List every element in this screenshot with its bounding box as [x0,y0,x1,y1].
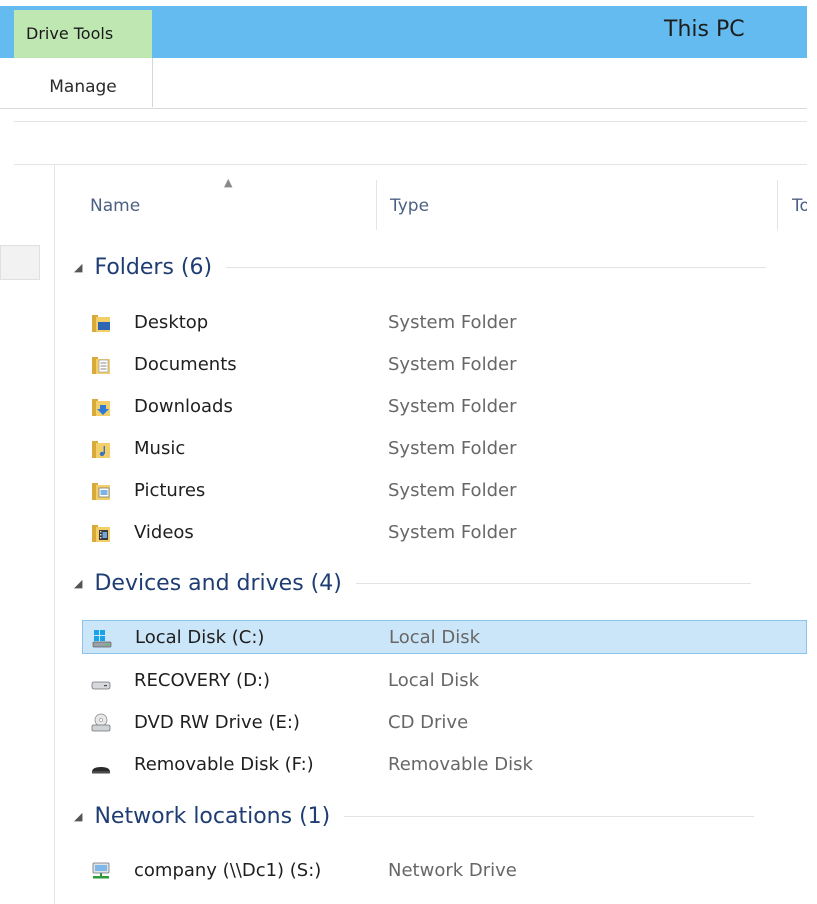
group-divider [344,816,755,817]
documents-folder-icon [92,357,110,374]
videos-folder-icon [92,525,110,542]
column-header-total-size[interactable]: To [792,196,807,216]
list-item[interactable]: RECOVERY (D:) Local Disk [82,664,807,698]
windows-drive-icon [92,630,112,648]
sort-ascending-icon: ▲ [224,176,233,189]
column-header-type[interactable]: Type [390,196,429,216]
list-item[interactable]: Documents System Folder [82,348,807,382]
item-type: Network Drive [388,860,517,881]
item-name: company (\\Dc1) (S:) [134,860,322,881]
navigation-pane-border[interactable] [54,165,55,904]
ribbon-tab-row: Manage [0,58,807,109]
column-divider[interactable] [777,180,778,230]
collapse-triangle-icon[interactable]: ◢ [74,261,82,274]
list-item[interactable]: DVD RW Drive (E:) CD Drive [82,706,807,740]
item-type: System Folder [388,354,517,375]
item-name: Desktop [134,312,209,333]
collapse-triangle-icon[interactable]: ◢ [74,577,82,590]
item-name: Removable Disk (F:) [134,754,314,775]
item-name: Documents [134,354,237,375]
hard-drive-icon [91,681,111,690]
item-name: RECOVERY (D:) [134,670,271,691]
list-item[interactable]: Desktop System Folder [82,306,807,340]
group-divider [226,267,767,268]
list-item[interactable]: Local Disk (C:) Local Disk [82,620,807,654]
item-type: Removable Disk [388,754,533,775]
item-name: Pictures [134,480,206,501]
group-header-devices-and-drives[interactable]: ◢ Devices and drives (4) [74,571,751,596]
network-drive-icon [92,862,110,879]
music-folder-icon [92,441,110,458]
removable-disk-icon [92,767,110,774]
group-title: Devices and drives (4) [94,571,342,596]
list-item[interactable]: Removable Disk (F:) Removable Disk [82,748,807,782]
item-name: Music [134,438,186,459]
group-divider [355,583,751,584]
item-type: System Folder [388,438,517,459]
navigation-pane-item[interactable] [0,245,40,280]
address-bar-divider [14,164,807,165]
item-name: Downloads [134,396,233,417]
item-name: Videos [134,522,194,543]
group-header-folders[interactable]: ◢ Folders (6) [74,255,767,280]
ribbon-divider [14,121,807,122]
desktop-folder-icon [92,315,110,332]
group-title: Network locations (1) [94,804,331,829]
group-title: Folders (6) [94,255,213,280]
drive-tools-context-tab[interactable]: Drive Tools [14,10,152,58]
column-header-name[interactable]: Name [90,196,140,216]
item-type: System Folder [388,522,517,543]
item-type: System Folder [388,396,517,417]
item-type: System Folder [388,312,517,333]
manage-tab[interactable]: Manage [14,58,153,107]
list-item[interactable]: Music System Folder [82,432,807,466]
item-type: CD Drive [388,712,469,733]
item-type: System Folder [388,480,517,501]
list-item[interactable]: Pictures System Folder [82,474,807,508]
item-type: Local Disk [388,670,480,691]
window-title: This PC [664,17,745,42]
item-name: Local Disk (C:) [135,627,265,648]
list-item[interactable]: company (\\Dc1) (S:) Network Drive [82,854,807,888]
list-item[interactable]: Downloads System Folder [82,390,807,424]
pictures-folder-icon [92,483,110,500]
list-item[interactable]: Videos System Folder [82,516,807,550]
collapse-triangle-icon[interactable]: ◢ [74,810,82,823]
item-name: DVD RW Drive (E:) [134,712,300,733]
dvd-drive-icon [91,713,111,732]
downloads-folder-icon [92,399,110,416]
group-header-network-locations[interactable]: ◢ Network locations (1) [74,804,755,829]
item-type: Local Disk [389,627,481,648]
column-divider[interactable] [376,180,377,230]
